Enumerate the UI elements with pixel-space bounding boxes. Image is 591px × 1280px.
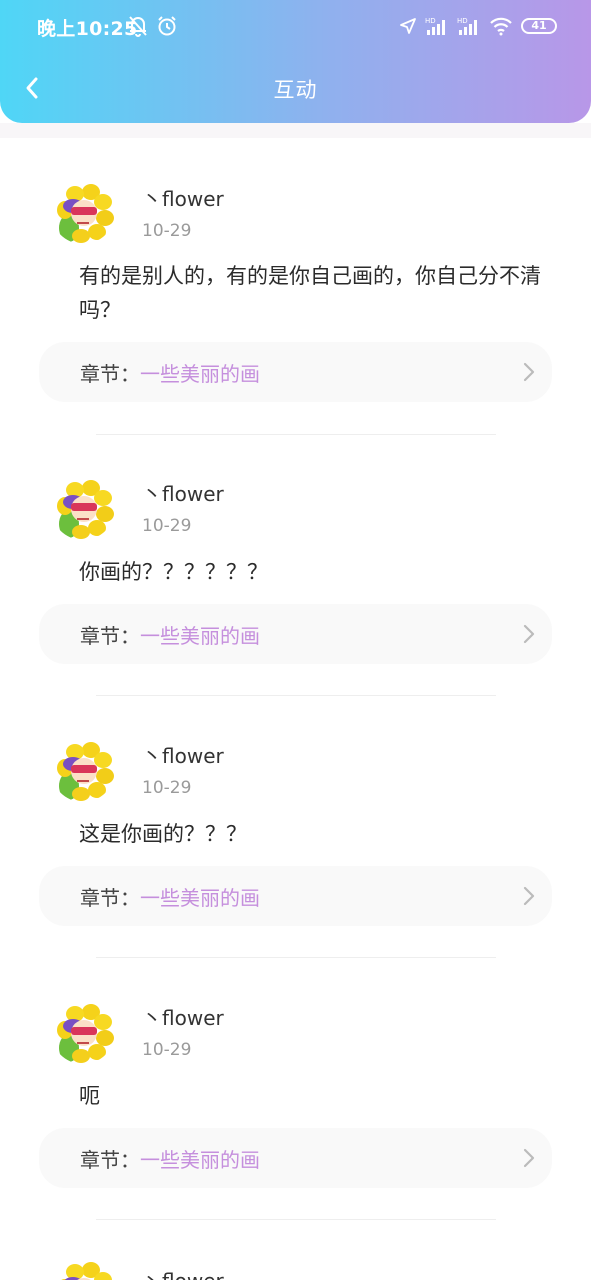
mute-bell-icon [129,16,147,37]
chevron-right-icon [523,362,535,382]
status-icons-left [128,14,178,38]
chapter-label: 章节： [80,885,140,910]
divider [96,695,496,696]
chapter-name: 一些美丽的画 [140,623,260,648]
svg-text:HD: HD [425,17,436,25]
alarm-icon [158,16,176,36]
divider [96,1219,496,1220]
divider [96,434,496,435]
chapter-label: 章节： [80,361,140,386]
chapter-name: 一些美丽的画 [140,361,260,386]
avatar[interactable] [51,1258,115,1280]
comment-date: 10-29 [142,516,192,536]
status-bar: 晚上10:25 HD HD 41 [0,0,591,54]
username[interactable]: 丶flower [142,183,224,212]
username[interactable]: 丶flower [142,478,224,507]
username[interactable]: 丶flower [142,1002,224,1031]
location-icon [400,18,416,34]
avatar[interactable] [51,738,115,802]
chapter-link[interactable]: 章节： 一些美丽的画 [39,1128,552,1188]
comment-date: 10-29 [142,778,192,798]
avatar[interactable] [51,180,115,244]
chevron-right-icon [523,1148,535,1168]
chevron-right-icon [523,624,535,644]
svg-text:HD: HD [457,17,468,25]
header-gap [0,123,591,138]
chevron-right-icon [523,886,535,906]
divider [96,957,496,958]
battery-indicator: 41 [521,18,557,34]
comment-text: 呃 [79,1084,100,1108]
username[interactable]: 丶flower [142,1265,224,1280]
avatar[interactable] [51,1000,115,1064]
chapter-link[interactable]: 章节： 一些美丽的画 [39,604,552,664]
comment-text: 有的是别人的，有的是你自己画的，你自己分不清吗？ [79,264,541,322]
comment-date: 10-29 [142,1040,192,1060]
page-title: 互动 [273,78,318,102]
username[interactable]: 丶flower [142,740,224,769]
chapter-name: 一些美丽的画 [140,885,260,910]
status-icons-right: HD HD 41 [399,14,557,38]
chapter-label: 章节： [80,1147,140,1172]
comment-text: 你画的？？？？？？ [79,560,268,584]
signal-hd-icon-2: HD [457,17,477,35]
comment-date: 10-29 [142,221,192,241]
status-time: 晚上10:25 [37,18,138,40]
wifi-icon [490,17,512,36]
avatar[interactable] [51,476,115,540]
chapter-link[interactable]: 章节： 一些美丽的画 [39,866,552,926]
comment-text: 这是你画的？？？ [79,822,247,846]
chapter-label: 章节： [80,623,140,648]
chapter-name: 一些美丽的画 [140,1147,260,1172]
signal-hd-icon: HD [425,17,445,35]
chapter-link[interactable]: 章节： 一些美丽的画 [39,342,552,402]
app-header: 晚上10:25 HD HD 41 互动 [0,0,591,123]
